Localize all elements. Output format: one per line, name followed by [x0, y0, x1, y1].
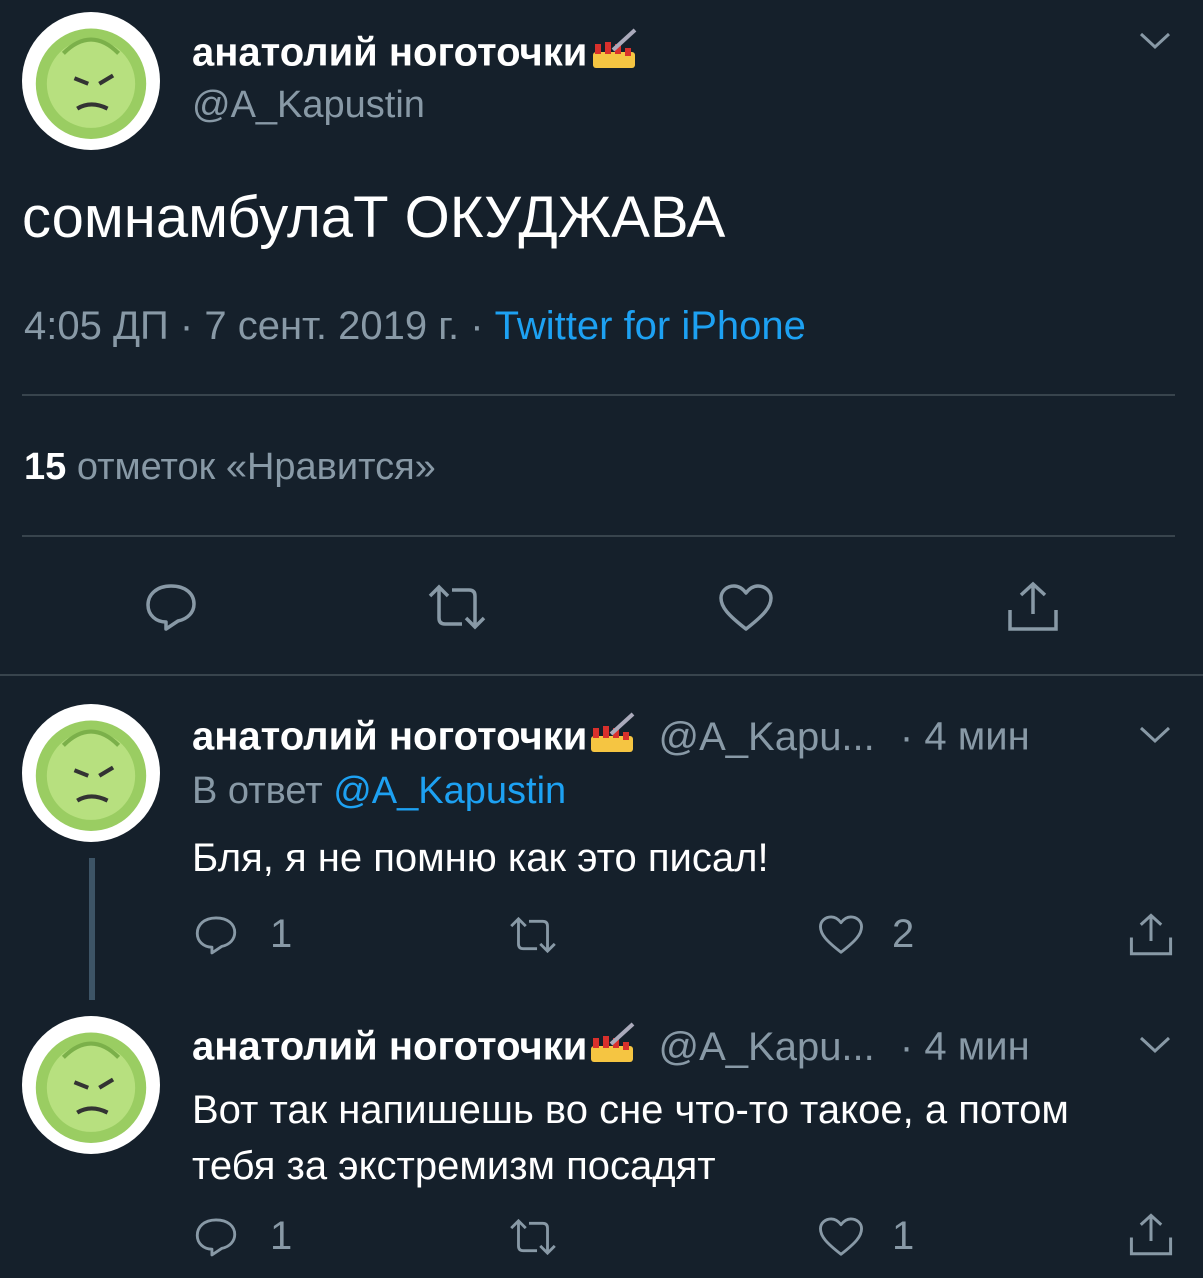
cabbage-avatar-icon — [35, 1032, 147, 1143]
reply-to: В ответ @A_Kapustin — [192, 770, 566, 813]
reply-text-line: тебя за экстремизм посадят — [192, 1144, 716, 1188]
cabbage-avatar-icon — [35, 720, 147, 831]
likes-count: 15 — [24, 446, 67, 488]
like-count: 2 — [892, 912, 915, 956]
tweet-meta: 4:05 ДП · 7 сент. 2019 г. · Twitter for … — [24, 304, 806, 349]
tweet-timestamp[interactable]: 4 мин — [924, 1025, 1029, 1069]
likes-stat[interactable]: 15 отметок «Нравится» — [24, 446, 436, 489]
tweet-timestamp[interactable]: 4 мин — [924, 715, 1029, 759]
avatar[interactable] — [22, 704, 160, 842]
tweet-text: сомнамбулаТ ОКУДЖАВА — [22, 185, 726, 250]
like-icon[interactable] — [818, 1216, 864, 1258]
nail-polish-icon — [589, 28, 641, 82]
reply-header: анатолий ноготочки @A_Kapu... · 4 мин — [192, 712, 1030, 766]
avatar[interactable] — [22, 12, 160, 150]
share-icon[interactable] — [1128, 1212, 1174, 1258]
cabbage-avatar-icon — [35, 28, 147, 139]
nail-polish-icon — [587, 712, 639, 766]
reply-text: Вот так напишешь во сне что-то такое, а … — [192, 1082, 1069, 1194]
chevron-down-icon[interactable] — [1138, 30, 1172, 52]
time-separator: · — [899, 1024, 914, 1069]
reply-count: 1 — [270, 912, 293, 956]
tweet-timestamp[interactable]: 4:05 ДП · 7 сент. 2019 г. — [24, 304, 459, 348]
divider — [22, 535, 1175, 537]
reply-icon[interactable] — [194, 1216, 238, 1258]
likes-label: отметок «Нравится» — [76, 446, 436, 488]
like-icon[interactable] — [818, 914, 864, 956]
divider — [22, 394, 1175, 396]
like-count: 1 — [892, 1214, 915, 1258]
retweet-icon[interactable] — [508, 916, 558, 954]
chevron-down-icon[interactable] — [1138, 724, 1172, 746]
avatar[interactable] — [22, 1016, 160, 1154]
author-handle[interactable]: @A_Kapustin — [192, 84, 425, 127]
chevron-down-icon[interactable] — [1138, 1034, 1172, 1056]
retweet-icon[interactable] — [508, 1218, 558, 1256]
meta-separator: · — [470, 304, 484, 348]
like-icon[interactable] — [718, 583, 774, 633]
share-icon[interactable] — [1128, 912, 1174, 958]
author-name[interactable]: анатолий ноготочки — [192, 28, 641, 82]
time-separator: · — [899, 714, 914, 759]
author-handle[interactable]: @A_Kapu... — [658, 715, 874, 759]
retweet-icon[interactable] — [426, 584, 488, 630]
reply-text: Бля, я не помню как это писал! — [192, 836, 769, 880]
author-handle[interactable]: @A_Kapu... — [658, 1025, 874, 1069]
author-name[interactable]: анатолий ноготочки — [192, 1025, 587, 1069]
reply-count: 1 — [270, 1214, 293, 1258]
nail-polish-icon — [587, 1022, 639, 1076]
reply-icon[interactable] — [194, 914, 238, 956]
reply-to-label: В ответ — [192, 770, 323, 812]
reply-to-handle[interactable]: @A_Kapustin — [333, 770, 566, 812]
thread-line — [89, 858, 95, 1000]
reply-header: анатолий ноготочки @A_Kapu... · 4 мин — [192, 1022, 1030, 1076]
reply-text-line: Вот так напишешь во сне что-то такое, а … — [192, 1088, 1069, 1132]
tweet-source-link[interactable]: Twitter for iPhone — [495, 304, 806, 348]
share-icon[interactable] — [1006, 580, 1060, 634]
divider — [0, 674, 1203, 676]
author-name[interactable]: анатолий ноготочки — [192, 715, 587, 759]
reply-icon[interactable] — [144, 582, 198, 632]
